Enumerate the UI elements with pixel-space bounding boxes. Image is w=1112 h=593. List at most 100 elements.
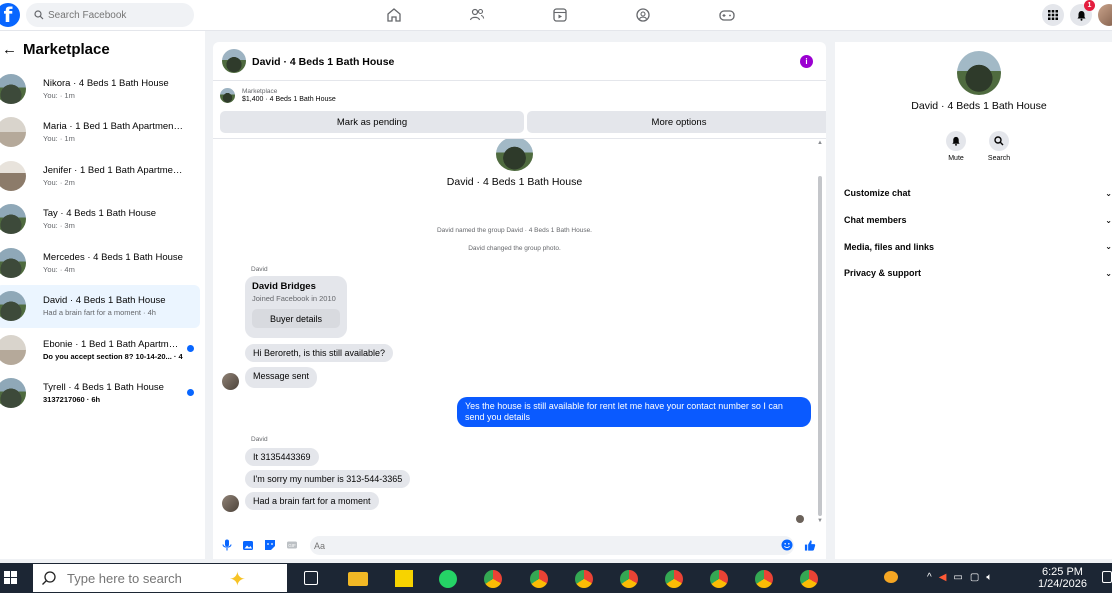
home-icon[interactable] bbox=[385, 6, 403, 24]
chrome-icon[interactable] bbox=[755, 570, 773, 588]
chrome-icon[interactable] bbox=[530, 570, 548, 588]
details-avatar[interactable] bbox=[957, 51, 1001, 95]
mark-pending-button[interactable]: Mark as pending bbox=[220, 111, 524, 133]
chat-header: David · 4 Beds 1 Bath House i bbox=[213, 42, 826, 81]
listing-price: $1,400 · 4 Beds 1 Bath House bbox=[242, 96, 336, 103]
conversation-preview: You: · 2m bbox=[43, 177, 75, 187]
chrome-icon[interactable] bbox=[620, 570, 638, 588]
gaming-icon[interactable] bbox=[718, 6, 736, 24]
sidebar-header: ← Marketplace bbox=[2, 41, 110, 58]
clock-time: 6:25 PM bbox=[1041, 566, 1083, 578]
file-explorer-icon[interactable] bbox=[348, 572, 368, 586]
conversation-preview: You: · 1m bbox=[43, 90, 75, 100]
menu-privacy-support[interactable]: Privacy & support ⌄ bbox=[844, 260, 1112, 287]
system-tray: ^ ◀ ▭ ▢ 🔈︎ bbox=[927, 572, 992, 583]
search-icon bbox=[994, 136, 1004, 146]
friends-icon[interactable] bbox=[468, 6, 486, 24]
back-arrow-icon[interactable]: ← bbox=[2, 41, 17, 58]
chat-avatar[interactable] bbox=[222, 49, 246, 73]
notifications-button[interactable]: 1 bbox=[1070, 0, 1095, 26]
menu-media-files-links[interactable]: Media, files and links ⌄ bbox=[844, 233, 1112, 260]
search-input[interactable] bbox=[48, 9, 188, 21]
conversation-item[interactable]: Ebonie · 1 Bed 1 Bath Apartment/... Do y… bbox=[0, 328, 200, 372]
battery-icon[interactable]: ▭ bbox=[953, 572, 962, 583]
menu-customize-chat[interactable]: Customize chat ⌄ bbox=[844, 180, 1112, 207]
info-icon[interactable]: i bbox=[800, 55, 813, 68]
conversation-item[interactable]: Tay · 4 Beds 1 Bath House You: · 3m bbox=[0, 198, 200, 242]
listing-thumbnail bbox=[0, 73, 26, 104]
message-bubble: Hi Beroreth, is this still available? bbox=[245, 344, 394, 362]
chat-panel: David · 4 Beds 1 Bath House i Marketplac… bbox=[213, 42, 826, 559]
search-label: Search bbox=[987, 155, 1011, 162]
conversation-name: Jenifer · 1 Bed 1 Bath Apartment/c... bbox=[43, 164, 183, 176]
conversation-name: Mercedes · 4 Beds 1 Bath House bbox=[43, 251, 183, 263]
windows-start-icon[interactable] bbox=[4, 571, 17, 584]
gif-icon[interactable]: GIF bbox=[286, 539, 298, 551]
buyer-details-button[interactable]: Buyer details bbox=[252, 309, 340, 328]
message-scrollbar[interactable]: ▲ ▼ bbox=[817, 140, 823, 528]
whatsapp-icon[interactable] bbox=[439, 570, 457, 588]
sparkle-icon[interactable]: ✦ bbox=[229, 567, 246, 592]
chrome-icon[interactable] bbox=[665, 570, 683, 588]
menu-chat-members[interactable]: Chat members ⌄ bbox=[844, 207, 1112, 234]
conversation-item[interactable]: Nikora · 4 Beds 1 Bath House You: · 1m bbox=[0, 67, 200, 111]
listing-actions: Mark as pending More options bbox=[220, 111, 826, 133]
search-icon bbox=[34, 10, 44, 20]
video-icon[interactable] bbox=[551, 6, 569, 24]
chrome-icon[interactable] bbox=[800, 570, 818, 588]
clock-date: 1/24/2026 bbox=[1038, 578, 1087, 590]
menu-label: Chat members bbox=[844, 215, 907, 226]
sender-avatar bbox=[222, 373, 239, 390]
weather-icon[interactable] bbox=[884, 571, 898, 583]
chrome-icon[interactable] bbox=[710, 570, 728, 588]
sticker-icon[interactable] bbox=[264, 539, 276, 551]
system-message: David named the group David · 4 Beds 1 B… bbox=[436, 227, 592, 234]
clock[interactable]: 6:25 PM 1/24/2026 bbox=[1038, 566, 1087, 590]
more-options-button[interactable]: More options bbox=[527, 111, 826, 133]
conversation-item[interactable]: Jenifer · 1 Bed 1 Bath Apartment/c... Yo… bbox=[0, 154, 200, 198]
thumbs-up-icon[interactable] bbox=[804, 539, 816, 551]
facebook-logo[interactable]: f bbox=[0, 3, 20, 27]
mute-button[interactable]: Mute bbox=[945, 131, 967, 162]
task-view-icon[interactable] bbox=[304, 571, 318, 585]
groups-icon[interactable] bbox=[634, 6, 652, 24]
message-input[interactable] bbox=[310, 536, 794, 555]
scroll-down-arrow[interactable]: ▼ bbox=[817, 518, 823, 524]
details-title: David · 4 Beds 1 Bath House bbox=[911, 100, 1047, 112]
marketplace-listing[interactable]: Marketplace $1,400 · 4 Beds 1 Bath House bbox=[220, 88, 336, 103]
notifications-tray-icon[interactable] bbox=[1102, 571, 1112, 583]
chat-title[interactable]: David · 4 Beds 1 Bath House bbox=[252, 56, 394, 68]
conversation-item[interactable]: Mercedes · 4 Beds 1 Bath House You: · 4m bbox=[0, 241, 200, 285]
conversation-name: Tay · 4 Beds 1 Bath House bbox=[43, 208, 157, 220]
network-icon[interactable]: ▢ bbox=[970, 572, 979, 583]
search-icon bbox=[42, 571, 56, 585]
sender-label: David bbox=[251, 266, 268, 273]
search-box[interactable] bbox=[26, 3, 194, 27]
system-message: David changed the group photo. bbox=[468, 245, 561, 252]
conversation-item[interactable]: Maria · 1 Bed 1 Bath Apartment/co... You… bbox=[0, 111, 200, 155]
sticky-notes-icon[interactable] bbox=[395, 570, 413, 587]
conversation-preview: You: · 4m bbox=[43, 264, 75, 274]
scroll-up-arrow[interactable]: ▲ bbox=[817, 140, 823, 146]
emoji-icon[interactable] bbox=[781, 539, 793, 551]
speaker-icon[interactable]: 🔈︎ bbox=[986, 572, 992, 583]
volume-icon[interactable]: ◀ bbox=[939, 572, 947, 583]
taskbar-search-input[interactable] bbox=[67, 570, 207, 586]
sender-avatar bbox=[222, 495, 239, 512]
microphone-icon[interactable] bbox=[221, 539, 233, 551]
taskbar-search[interactable]: ✦ bbox=[33, 564, 287, 592]
chevron-down-icon: ⌄ bbox=[1105, 188, 1112, 198]
scroll-thumb[interactable] bbox=[818, 176, 822, 516]
profile-avatar[interactable] bbox=[1098, 4, 1112, 26]
search-conversation-button[interactable]: Search bbox=[988, 131, 1010, 162]
menu-grid-button[interactable] bbox=[1042, 4, 1064, 26]
conversation-item-active[interactable]: David · 4 Beds 1 Bath House Had a brain … bbox=[0, 284, 200, 328]
chrome-icon[interactable] bbox=[575, 570, 593, 588]
photo-icon[interactable] bbox=[242, 539, 254, 551]
buyer-joined: Joined Facebook in 2010 bbox=[252, 294, 336, 303]
menu-label: Media, files and links bbox=[844, 241, 935, 252]
conversation-item[interactable]: Tyrell · 4 Beds 1 Bath House 3137217060 … bbox=[0, 372, 200, 416]
chrome-icon[interactable] bbox=[484, 570, 502, 588]
chevron-up-icon[interactable]: ^ bbox=[927, 572, 932, 583]
conversation-preview: 3137217060 · 6h bbox=[43, 395, 101, 405]
